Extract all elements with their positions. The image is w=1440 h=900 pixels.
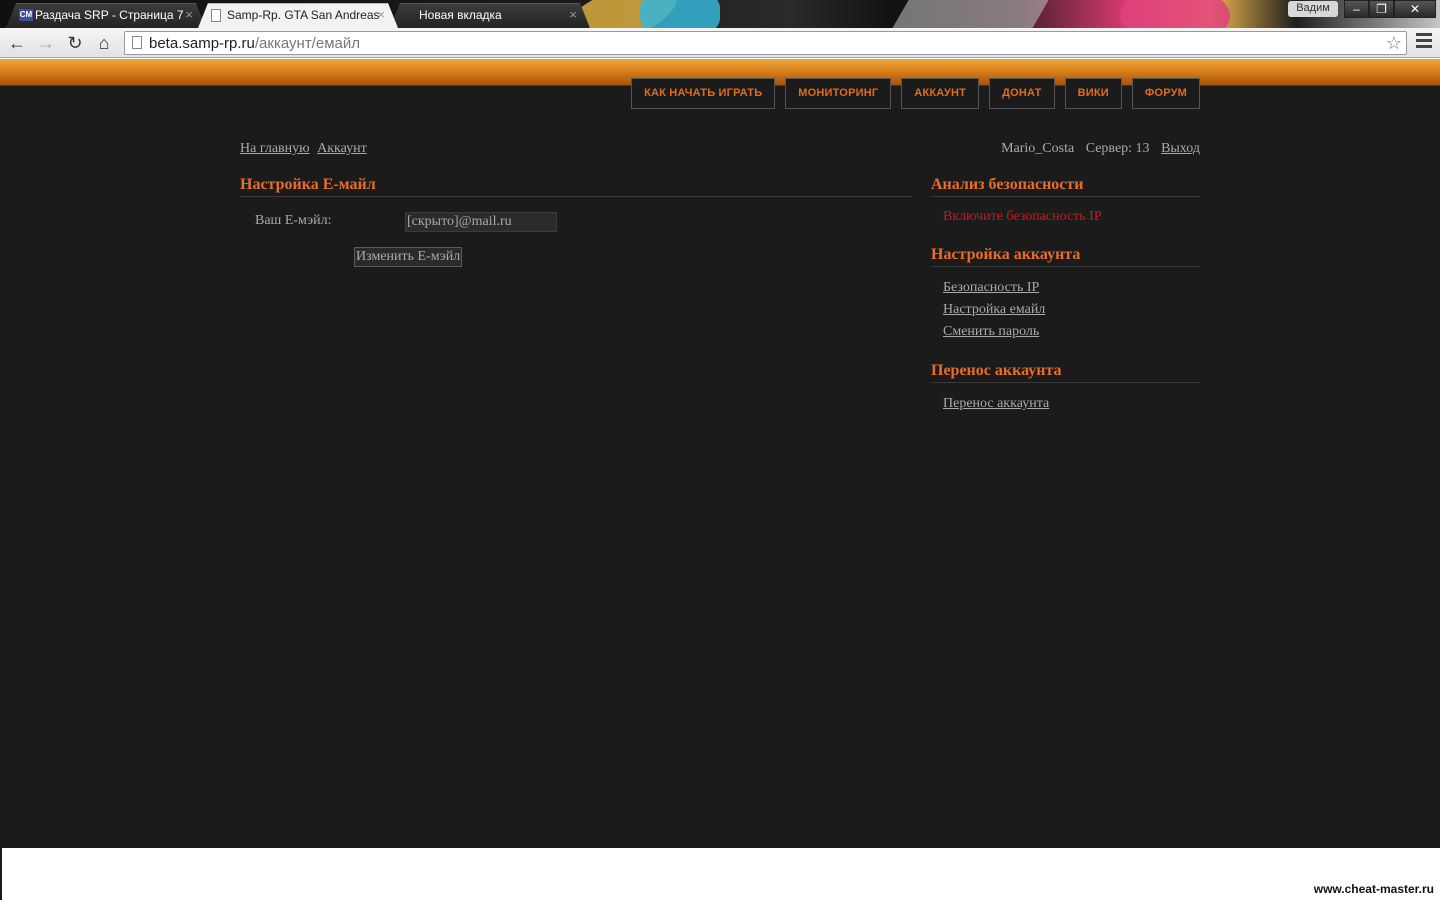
account-sidebar: Анализ безопасности Включите безопасност… [931, 175, 1200, 433]
address-bar[interactable]: beta.samp-rp.ru/аккаунт/емайл ☆ [124, 31, 1407, 55]
server-number: Сервер: 13 [1085, 141, 1150, 156]
tab-title: Раздача SRP - Страница 7 [35, 8, 184, 22]
page-icon [132, 36, 142, 49]
back-icon[interactable]: ← [6, 33, 28, 53]
tab-title: Samp-Rp. GTA San Andreas [227, 8, 380, 22]
sidebar-link-change-password[interactable]: Сменить пароль [943, 321, 1200, 343]
email-field[interactable] [405, 212, 557, 232]
site-top-nav: КАК НАЧАТЬ ИГРАТЬ МОНИТОРИНГ АККАУНТ ДОН… [631, 78, 1200, 109]
browser-toolbar: ← → ↻ ⌂ beta.samp-rp.ru/аккаунт/емайл ☆ [0, 28, 1440, 58]
email-form-row: Ваш Е-мэйл: [240, 197, 912, 237]
account-transfer-block: Перенос аккаунта Перенос аккаунта [931, 361, 1200, 415]
page-content: КАК НАЧАТЬ ИГРАТЬ МОНИТОРИНГ АККАУНТ ДОН… [0, 59, 1440, 848]
security-analysis-title: Анализ безопасности [931, 175, 1200, 197]
username: Mario_Costa [1001, 141, 1075, 156]
email-label: Ваш Е-мэйл: [255, 213, 332, 228]
close-icon[interactable]: × [185, 4, 193, 26]
nav-account[interactable]: АККАУНТ [901, 78, 980, 109]
nav-wiki[interactable]: ВИКИ [1064, 78, 1122, 109]
breadcrumb: На главную Аккаунт [240, 141, 371, 157]
breadcrumb-account[interactable]: Аккаунт [317, 141, 367, 156]
tab-new[interactable]: Новая вкладка × [390, 3, 590, 28]
menu-icon[interactable] [1416, 33, 1432, 51]
page-title: Настройка Е-майл [240, 175, 912, 197]
logout-link[interactable]: Выход [1161, 141, 1200, 156]
nav-how-to-start[interactable]: КАК НАЧАТЬ ИГРАТЬ [631, 78, 776, 109]
minimize-icon[interactable]: ‒ [1344, 0, 1369, 18]
wallpaper-art [640, 0, 720, 28]
email-settings-section: Настройка Е-майл Ваш Е-мэйл: Изменить Е-… [240, 175, 912, 267]
tab-srp-forum[interactable]: CM Раздача SRP - Страница 7 × [6, 3, 206, 28]
cm-favicon-icon: CM [19, 10, 33, 19]
security-analysis-block: Анализ безопасности Включите безопасност… [931, 175, 1200, 227]
wallpaper-art [888, 0, 1052, 28]
account-settings-block: Настройка аккаунта Безопасность IP Настр… [931, 245, 1200, 343]
close-icon[interactable]: × [377, 4, 385, 26]
account-transfer-title: Перенос аккаунта [931, 361, 1200, 383]
home-icon[interactable]: ⌂ [93, 33, 115, 53]
tab-samp-rp[interactable]: Samp-Rp. GTA San Andreas × [198, 3, 398, 28]
nav-donate[interactable]: ДОНАТ [989, 78, 1055, 109]
bookmark-star-icon[interactable]: ☆ [1386, 32, 1402, 54]
sidebar-link-email-settings[interactable]: Настройка емайл [943, 299, 1200, 321]
close-icon[interactable]: × [569, 4, 577, 26]
nav-forum[interactable]: ФОРУМ [1131, 78, 1200, 109]
window-close-icon[interactable]: ✕ [1394, 0, 1436, 18]
address-url[interactable]: beta.samp-rp.ru/аккаунт/емайл [149, 34, 360, 53]
restore-icon[interactable]: ❐ [1369, 0, 1394, 18]
browser-titlebar: CM Раздача SRP - Страница 7 × Samp-Rp. G… [0, 0, 1440, 28]
url-host: beta.samp-rp.ru [149, 35, 255, 52]
change-email-button[interactable]: Изменить Е-мэйл [354, 247, 463, 267]
sidebar-link-account-transfer[interactable]: Перенос аккаунта [943, 393, 1200, 415]
reload-icon[interactable]: ↻ [64, 33, 86, 53]
watermark-text: www.cheat-master.ru [1313, 882, 1434, 896]
sidebar-link-ip-security[interactable]: Безопасность IP [943, 277, 1200, 299]
account-settings-title: Настройка аккаунта [931, 245, 1200, 267]
user-info: Mario_Costa Сервер: 13 Выход [993, 141, 1200, 157]
forward-icon[interactable]: → [35, 33, 57, 53]
url-path: /аккаунт/емайл [254, 35, 360, 52]
wallpaper-art [1120, 0, 1230, 28]
bottom-strip: www.cheat-master.ru [0, 848, 1440, 900]
security-alert: Включите безопасность IP [943, 209, 1102, 224]
profile-badge[interactable]: Вадим [1288, 1, 1338, 17]
page-favicon-icon [211, 9, 221, 22]
tab-title: Новая вкладка [419, 8, 502, 22]
nav-monitoring[interactable]: МОНИТОРИНГ [785, 78, 892, 109]
breadcrumb-home[interactable]: На главную [240, 141, 310, 156]
